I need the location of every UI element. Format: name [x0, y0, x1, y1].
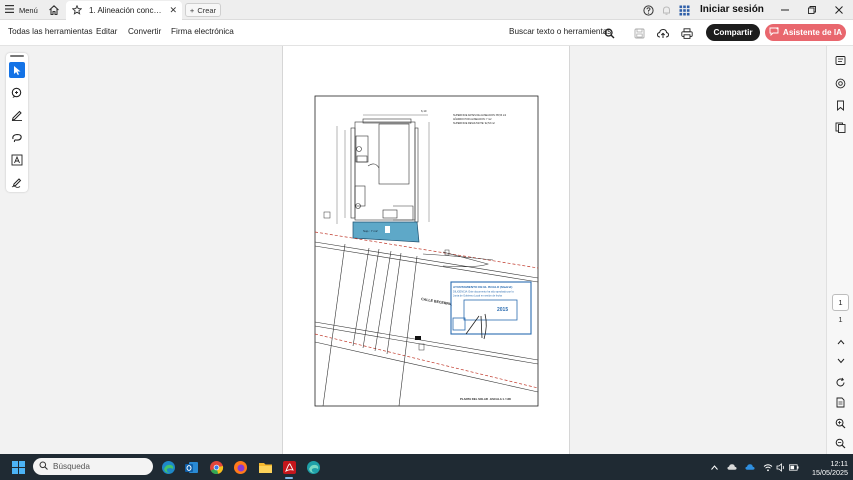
chevron-up-icon[interactable]: [834, 335, 847, 348]
restore-icon[interactable]: [805, 3, 819, 17]
browser-tab-bar: Menú 1. Alineación concesi... ✕ + Crear …: [0, 0, 853, 20]
total-pages: 1: [838, 315, 843, 324]
taskbar-search[interactable]: Búsqueda: [33, 458, 153, 475]
svg-text:Junta de Gobierno Local en ses: Junta de Gobierno Local en sesión de fec…: [453, 295, 503, 298]
menu-esign[interactable]: Firma electrónica: [171, 27, 234, 36]
create-button[interactable]: + Crear: [185, 3, 221, 17]
fill-sign-icon[interactable]: [9, 174, 25, 190]
edge-icon[interactable]: [159, 458, 177, 476]
save-page-icon[interactable]: [834, 396, 847, 409]
search-icon: [39, 461, 48, 472]
main-toolbar: Todas las herramientas Editar Convertir …: [0, 20, 853, 46]
at-mention-icon[interactable]: [834, 77, 847, 90]
highlight-pen-icon[interactable]: [9, 107, 25, 123]
zoom-out-icon[interactable]: [834, 437, 847, 450]
plus-icon: +: [189, 5, 195, 15]
save-icon[interactable]: [633, 27, 645, 39]
bookmark-icon[interactable]: [834, 99, 847, 112]
svg-text:SUPERFICIE ANTES DE ALINEACION: SUPERFICIE ANTES DE ALINEACION: 85,53 m2: [453, 114, 507, 117]
system-clock[interactable]: 12:11 15/05/2025: [804, 459, 848, 477]
wifi-icon[interactable]: [763, 462, 773, 472]
approval-stamp: AYUNTAMIENTO DE EL BOALO (Madrid) DILIGE…: [450, 281, 532, 340]
search-tools-label[interactable]: Buscar texto o herramientas: [509, 27, 611, 36]
add-text-icon[interactable]: [9, 152, 25, 168]
speaker-icon[interactable]: [776, 462, 786, 472]
acrobat-icon[interactable]: [280, 458, 298, 479]
drag-handle[interactable]: [10, 55, 24, 57]
svg-text:AÑADIDO POR ALINEACION: 7 m2: AÑADIDO POR ALINEACION: 7 m2: [453, 118, 492, 121]
close-tab-icon[interactable]: ✕: [169, 6, 177, 15]
chevron-up-tray-icon[interactable]: [709, 462, 719, 472]
firefox-icon[interactable]: [231, 458, 249, 476]
edge-dev-icon[interactable]: [304, 458, 322, 476]
chrome-icon[interactable]: [207, 458, 225, 476]
plan-drawing: Sup.: 7 m2 6,10 SUPERFICIE ANTES DE ALIN…: [314, 95, 539, 407]
pdf-page[interactable]: Sup.: 7 m2 6,10 SUPERFICIE ANTES DE ALIN…: [282, 46, 570, 454]
freehand-draw-icon[interactable]: [9, 130, 25, 146]
outlook-icon[interactable]: [182, 458, 200, 476]
share-button[interactable]: Compartir: [706, 24, 760, 41]
help-icon[interactable]: [642, 4, 654, 16]
right-side-rail: 1 1: [826, 46, 853, 454]
clock-time: 12:11: [830, 459, 848, 468]
ai-assistant-label: Asistente de IA: [782, 28, 843, 37]
menu-edit[interactable]: Editar: [96, 27, 117, 36]
svg-text:6,10: 6,10: [421, 109, 427, 113]
page-thumbnails-icon[interactable]: [834, 121, 847, 134]
quick-tools-panel: [6, 53, 28, 192]
menu-convert[interactable]: Convertir: [128, 27, 161, 36]
svg-text:DILIGENCIA: Este documento ha: DILIGENCIA: Este documento ha sido aprob…: [453, 291, 514, 294]
battery-icon[interactable]: [789, 462, 799, 472]
comments-panel-icon[interactable]: [834, 54, 847, 67]
print-icon[interactable]: [681, 27, 693, 39]
ai-assistant-button[interactable]: Asistente de IA: [765, 24, 846, 41]
home-icon[interactable]: [47, 3, 61, 17]
zoom-in-icon[interactable]: [834, 417, 847, 430]
chevron-down-icon[interactable]: [834, 354, 847, 367]
taskbar-search-placeholder: Búsqueda: [53, 462, 90, 471]
notification-bell-icon[interactable]: [660, 4, 672, 16]
signin-link[interactable]: Iniciar sesión: [700, 4, 764, 15]
menu-button[interactable]: Menú: [5, 4, 38, 16]
cloud-icon[interactable]: [727, 462, 737, 472]
menu-all-tools[interactable]: Todas las herramientas: [8, 27, 93, 36]
windows-start-icon[interactable]: [9, 458, 27, 476]
cloud-upload-icon[interactable]: [657, 27, 669, 39]
refresh-icon[interactable]: [834, 376, 847, 389]
document-tab[interactable]: 1. Alineación concesi... ✕: [66, 1, 182, 20]
svg-text:AYUNTAMIENTO DE EL BOALO (Madr: AYUNTAMIENTO DE EL BOALO (Madrid): [453, 285, 512, 289]
star-icon[interactable]: [71, 4, 83, 17]
file-explorer-icon[interactable]: [256, 458, 274, 476]
create-label: Crear: [197, 5, 217, 15]
onedrive-icon[interactable]: [745, 462, 755, 472]
apps-grid-icon[interactable]: [678, 4, 690, 16]
svg-text:PLANTA DEL SOLAR . ESCALA 1 /: PLANTA DEL SOLAR . ESCALA 1 / 100: [460, 397, 511, 401]
ai-chat-icon: [769, 27, 779, 38]
windows-taskbar: Búsqueda 12:11 15/05/2025: [0, 454, 853, 480]
current-page-input[interactable]: 1: [832, 294, 849, 311]
svg-text:Sup.: 7 m2: Sup.: 7 m2: [363, 229, 378, 233]
add-comment-icon[interactable]: [9, 85, 25, 101]
clock-date: 15/05/2025: [812, 468, 848, 477]
tab-title: 1. Alineación concesi...: [89, 6, 165, 15]
close-window-icon[interactable]: [832, 3, 846, 17]
select-cursor-icon[interactable]: [9, 62, 25, 78]
svg-text:2015: 2015: [497, 307, 508, 313]
svg-text:SUPERFICIE RESULTANTE: 92,53 m: SUPERFICIE RESULTANTE: 92,53 m2: [453, 122, 495, 125]
svg-text:CALLE BECERRIL: CALLE BECERRIL: [421, 297, 453, 307]
minimize-icon[interactable]: [778, 3, 792, 17]
hamburger-icon: [5, 5, 14, 15]
menu-label: Menú: [19, 5, 38, 15]
search-icon[interactable]: [603, 27, 615, 39]
